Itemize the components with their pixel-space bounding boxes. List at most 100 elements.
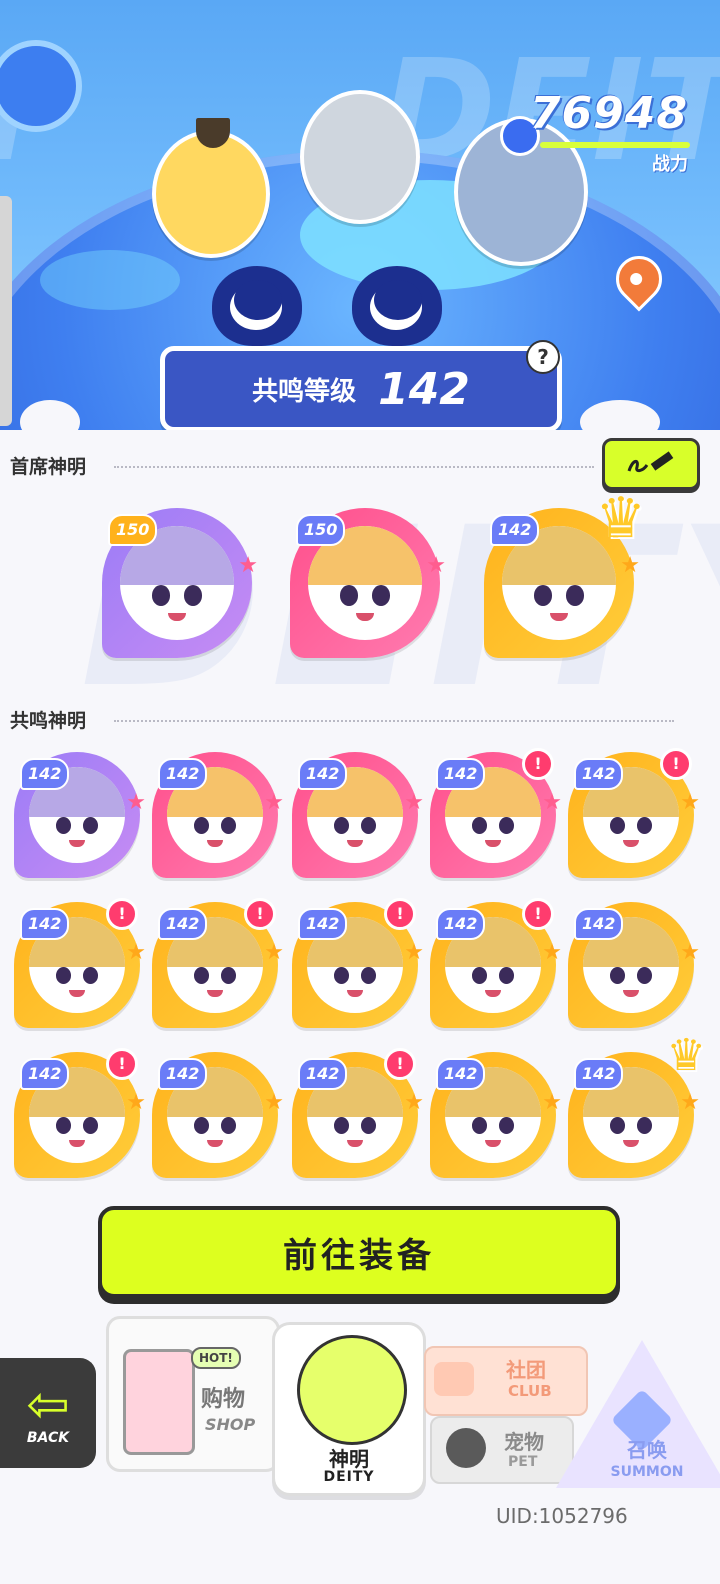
summon-label: 召唤	[627, 1438, 667, 1462]
crown-icon: ♛	[595, 486, 646, 551]
resonance-deity-card[interactable]: 142! ★	[430, 748, 562, 878]
combat-power-bar	[540, 142, 690, 148]
nav-shop[interactable]: HOT! 购物 SHOP	[106, 1316, 280, 1472]
chibi-character-1[interactable]	[152, 130, 270, 258]
star-icon: ★	[542, 1090, 562, 1115]
alert-badge-icon: !	[660, 748, 692, 780]
user-id: UID:1052796	[496, 1504, 628, 1528]
resonance-deity-card[interactable]: 142 ★	[568, 902, 700, 1028]
level-badge: 142	[490, 514, 540, 546]
star-icon: ★	[404, 1090, 424, 1115]
level-badge: 142	[158, 908, 208, 940]
resonance-deity-card[interactable]: 142 ★	[152, 752, 284, 878]
alert-badge-icon: !	[522, 748, 554, 780]
combat-power-value: 76948	[529, 88, 688, 139]
go-equip-button[interactable]: 前往装备	[98, 1206, 620, 1298]
summon-label-en: SUMMON	[610, 1464, 684, 1480]
resonance-deity-card[interactable]: 142! ★	[430, 898, 562, 1028]
resonance-level-label: 共鸣等级	[252, 376, 357, 407]
resonance-deity-card[interactable]: 142 ★	[292, 752, 424, 878]
star-icon: ★	[680, 790, 700, 815]
primary-deity-card[interactable]: 150 ★	[102, 508, 258, 658]
side-handle[interactable]	[0, 196, 12, 426]
club-label: 社团	[506, 1358, 546, 1382]
resonance-deity-card[interactable]: 142! ★	[14, 898, 146, 1028]
resonance-deity-card[interactable]: 142! ★	[14, 1048, 146, 1178]
alert-badge-icon: !	[106, 1048, 138, 1080]
level-badge: 142	[436, 1058, 486, 1090]
star-icon: ★	[126, 1090, 146, 1115]
shop-label: 购物	[201, 1387, 246, 1412]
header-banner: Y DEITY 76948 战力 共鸣等级 142 ?	[0, 0, 720, 430]
back-label: BACK	[26, 1430, 70, 1446]
alert-badge-icon: !	[106, 898, 138, 930]
resonance-deity-card[interactable]: 142! ★	[292, 898, 424, 1028]
resonance-deity-card[interactable]: 142 ★	[152, 1052, 284, 1178]
combat-power-label: 战力	[652, 154, 688, 175]
alert-badge-icon: !	[384, 898, 416, 930]
drip-decor	[20, 400, 80, 444]
primary-deity-title: 首席神明	[10, 456, 87, 478]
back-arrow-icon: ⇦	[26, 1375, 70, 1435]
crown-icon: ♛	[666, 1030, 706, 1081]
level-badge: 142	[298, 758, 348, 790]
planet-icon	[0, 40, 82, 132]
section-divider	[114, 720, 674, 722]
vending-machine-icon	[123, 1349, 195, 1455]
pencil-icon	[627, 451, 674, 473]
star-icon: ★	[264, 1090, 284, 1115]
club-bag-icon	[434, 1362, 474, 1396]
globe-eye-right	[352, 266, 442, 346]
pet-label: 宠物	[504, 1430, 544, 1454]
level-badge: 142	[298, 1058, 348, 1090]
star-icon: ★	[264, 940, 284, 965]
deity-avatar-icon	[297, 1335, 407, 1445]
level-badge: 142	[574, 758, 624, 790]
shop-label-en: SHOP	[205, 1415, 256, 1434]
globe-eye-left	[212, 266, 302, 346]
help-icon[interactable]: ?	[526, 340, 560, 374]
back-button[interactable]: ⇦ BACK	[0, 1358, 96, 1468]
star-icon: ★	[238, 553, 258, 578]
level-badge: 142	[436, 908, 486, 940]
star-icon: ★	[542, 940, 562, 965]
deity-label-en: DEITY	[323, 1469, 375, 1485]
edit-team-button[interactable]	[602, 438, 700, 490]
lock-icon	[446, 1428, 486, 1468]
chibi-character-2[interactable]	[300, 90, 420, 224]
star-icon: ★	[404, 790, 424, 815]
alert-badge-icon: !	[522, 898, 554, 930]
resonance-deity-card[interactable]: 142 ★	[14, 752, 146, 878]
hot-badge: HOT!	[191, 1347, 241, 1369]
level-badge: 142	[436, 758, 486, 790]
resonance-deity-card[interactable]: 142! ★	[292, 1048, 424, 1178]
nav-deity[interactable]: 神明 DEITY	[272, 1322, 426, 1496]
level-badge: 142	[20, 908, 70, 940]
level-badge: 142	[20, 1058, 70, 1090]
star-icon: ★	[680, 940, 700, 965]
resonance-deity-card[interactable]: 142! ★	[568, 748, 700, 878]
alert-badge-icon: !	[384, 1048, 416, 1080]
level-badge: 150	[296, 514, 346, 546]
resonance-deity-card[interactable]: 142! ★	[152, 898, 284, 1028]
star-icon: ★	[126, 940, 146, 965]
primary-deity-card[interactable]: 142 ♛ ★	[484, 486, 646, 658]
level-badge: 142	[574, 1058, 624, 1090]
level-badge: 142	[574, 908, 624, 940]
resonance-deity-card[interactable]: 142 ♛ ★	[568, 1030, 706, 1178]
level-badge: 142	[20, 758, 70, 790]
star-icon: ★	[264, 790, 284, 815]
star-icon: ★	[620, 553, 640, 578]
primary-deity-card[interactable]: 150 ★	[290, 508, 446, 658]
club-label-en: CLUB	[508, 1382, 552, 1400]
star-icon: ★	[542, 790, 562, 815]
resonance-deity-card[interactable]: 142 ★	[430, 1052, 562, 1178]
level-badge: 150	[108, 514, 158, 546]
level-badge: 142	[158, 758, 208, 790]
resonance-level-panel: 共鸣等级 142	[160, 346, 562, 430]
level-badge: 142	[158, 1058, 208, 1090]
globe-land-2	[40, 250, 180, 310]
level-badge: 142	[298, 908, 348, 940]
section-divider	[114, 466, 594, 468]
nav-pet[interactable]: 宠物 PET	[430, 1416, 574, 1484]
